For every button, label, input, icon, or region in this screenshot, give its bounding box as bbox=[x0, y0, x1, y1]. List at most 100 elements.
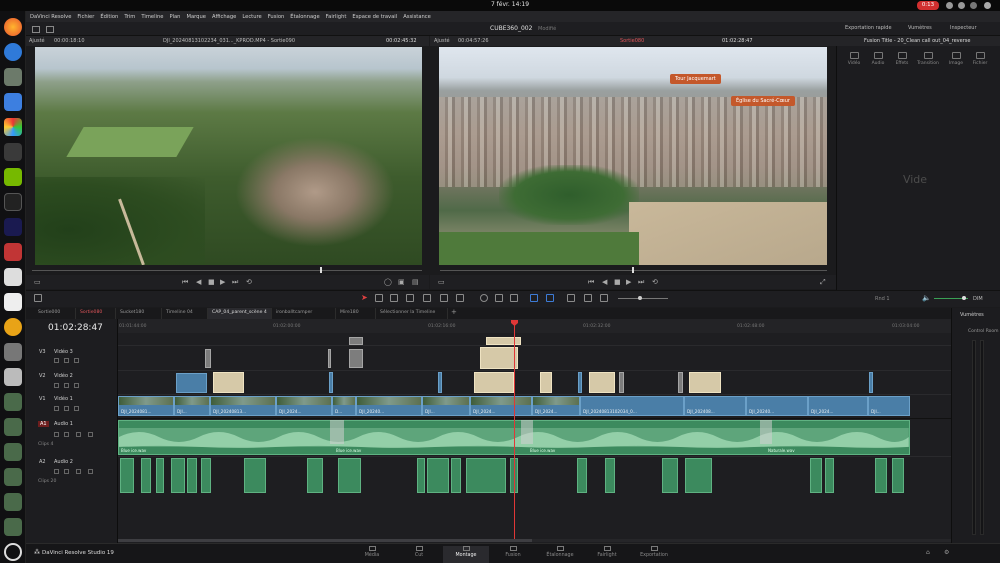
menu-item[interactable]: Plan bbox=[169, 14, 180, 20]
power-icon[interactable] bbox=[984, 2, 991, 9]
source-clip-name[interactable]: DJI_20240813102234_031..._KPROD.MP4 - So… bbox=[163, 38, 295, 44]
audio-clip-a2[interactable] bbox=[875, 458, 887, 493]
audio-clip-a2[interactable] bbox=[171, 458, 185, 493]
track-lock-icon[interactable] bbox=[54, 469, 59, 474]
clip-v1[interactable]: D... bbox=[332, 396, 356, 416]
zoom-detail-icon[interactable] bbox=[584, 294, 592, 302]
inspector-tab-transition[interactable]: Transition bbox=[916, 52, 940, 66]
track-name-v2[interactable]: Vidéo 2 bbox=[54, 373, 73, 379]
tab-timeline-2[interactable]: Sucket180 bbox=[116, 308, 162, 319]
timeline-timecode[interactable]: 01:02:28:47 bbox=[48, 323, 103, 333]
clip-v1[interactable]: DJI_20240... bbox=[746, 396, 808, 416]
davinci-resolve-icon[interactable] bbox=[4, 118, 22, 136]
clip-v1[interactable]: DJI_20240... bbox=[356, 396, 422, 416]
audio-clip-a2[interactable] bbox=[892, 458, 904, 493]
program-video-frame[interactable] bbox=[439, 47, 827, 265]
track-lock-icon[interactable] bbox=[54, 432, 59, 437]
inspector-tab-image[interactable]: Image bbox=[944, 52, 968, 66]
prev-clip-icon[interactable]: ⏮ bbox=[588, 278, 594, 287]
audio-transition[interactable] bbox=[521, 420, 533, 444]
mark-icon[interactable]: ◯ bbox=[384, 278, 392, 286]
clip-v1[interactable]: DJI_2024... bbox=[532, 396, 580, 416]
source-scrubber-handle[interactable] bbox=[320, 267, 322, 273]
audio-clip-a2[interactable] bbox=[338, 458, 361, 493]
playhead[interactable] bbox=[514, 320, 515, 542]
timeline-name[interactable]: Sortie080 bbox=[620, 38, 644, 44]
title-clip-v2[interactable] bbox=[689, 372, 721, 393]
tab-timeline-0[interactable]: Sortie000 bbox=[34, 308, 76, 319]
zoom-slider-handle[interactable] bbox=[638, 296, 642, 300]
menu-item[interactable]: Lecture bbox=[242, 14, 261, 20]
track-record-icon[interactable] bbox=[88, 432, 93, 437]
tab-timeline-1[interactable]: Sortie080 bbox=[76, 308, 116, 319]
timeline-scrollbar-thumb[interactable] bbox=[118, 539, 532, 542]
source-scrubber[interactable] bbox=[32, 270, 422, 271]
audio-clip-a2[interactable] bbox=[156, 458, 164, 493]
clip-v2[interactable] bbox=[678, 372, 683, 393]
audio-clip-a2[interactable] bbox=[466, 458, 506, 493]
title-clip-v2[interactable] bbox=[474, 372, 514, 393]
clip-v3[interactable] bbox=[349, 349, 363, 368]
clip-v1[interactable]: DJI_202408... bbox=[684, 396, 746, 416]
zap-app-icon[interactable] bbox=[4, 268, 22, 286]
track-lock-icon[interactable] bbox=[54, 406, 59, 411]
menu-item[interactable]: Édition bbox=[100, 14, 118, 20]
next-clip-icon[interactable]: ⏭ bbox=[232, 278, 238, 287]
track-name-a1[interactable]: Audio 1 bbox=[54, 421, 73, 427]
track-lock-icon[interactable] bbox=[54, 358, 59, 363]
dim-button[interactable]: DIM bbox=[973, 296, 983, 302]
tab-timeline-4[interactable]: CAP_04_parent_scène 4 bbox=[208, 308, 272, 319]
clip-v3[interactable] bbox=[205, 349, 211, 368]
thunderbird-icon[interactable] bbox=[4, 43, 22, 61]
trim-tool-icon[interactable] bbox=[375, 294, 383, 302]
overwrite-clip-icon[interactable] bbox=[440, 294, 448, 302]
track-name-v1[interactable]: Vidéo 1 bbox=[54, 396, 73, 402]
track-enable-icon[interactable] bbox=[74, 358, 79, 363]
menu-item[interactable]: Étalonnage bbox=[290, 14, 319, 20]
document-icon[interactable] bbox=[4, 93, 22, 111]
clip-v1[interactable]: DJI_2024... bbox=[808, 396, 868, 416]
clip-v3[interactable] bbox=[349, 337, 363, 345]
lock-icon[interactable] bbox=[510, 294, 518, 302]
folder-icon[interactable] bbox=[4, 393, 22, 411]
play-icon[interactable]: ▶ bbox=[626, 278, 631, 286]
track-lock-icon[interactable] bbox=[54, 383, 59, 388]
page-color[interactable]: Étalonnage bbox=[537, 546, 583, 558]
track-mute-icon[interactable] bbox=[76, 469, 81, 474]
stop-icon[interactable]: ■ bbox=[208, 278, 215, 286]
menu-item[interactable]: Trim bbox=[124, 14, 135, 20]
firefox-icon[interactable] bbox=[4, 18, 22, 36]
audio-clip-a2[interactable] bbox=[307, 458, 323, 493]
layout-icon[interactable] bbox=[34, 294, 42, 302]
terminal-icon[interactable] bbox=[4, 193, 22, 211]
audio-clip-a2[interactable] bbox=[417, 458, 425, 493]
track-name-v3[interactable]: Vidéo 3 bbox=[54, 349, 73, 355]
loop-icon[interactable]: ⟲ bbox=[246, 278, 252, 286]
source-zoom[interactable]: Ajusté bbox=[29, 38, 45, 44]
track-zoom-label[interactable]: Rnd 1 bbox=[875, 296, 890, 302]
tab-timeline-5[interactable]: ironballtcamper bbox=[272, 308, 336, 319]
track-mute-icon[interactable] bbox=[76, 432, 81, 437]
audio-transition[interactable] bbox=[330, 420, 344, 444]
audio-clip-a2[interactable] bbox=[120, 458, 134, 493]
zoom-custom-icon[interactable] bbox=[600, 294, 608, 302]
title-clip-v2[interactable] bbox=[589, 372, 615, 393]
menu-item[interactable]: Fusion bbox=[268, 14, 285, 20]
inspector-tab-effects[interactable]: Effets bbox=[890, 52, 914, 66]
audio-app-icon[interactable] bbox=[4, 218, 22, 236]
overwrite-icon[interactable]: ▣ bbox=[398, 278, 405, 286]
clip-v2[interactable] bbox=[176, 373, 207, 393]
track-enable-icon[interactable] bbox=[74, 406, 79, 411]
title-clip-v3[interactable] bbox=[486, 337, 521, 345]
seo-app-icon[interactable] bbox=[4, 243, 22, 261]
inspector-tab-video[interactable]: Vidéo bbox=[842, 52, 866, 66]
source-video-frame[interactable] bbox=[35, 47, 422, 265]
view-options-icon[interactable]: ▭ bbox=[438, 278, 445, 286]
marker-icon[interactable] bbox=[546, 294, 554, 302]
snapping-icon[interactable] bbox=[480, 294, 488, 302]
menu-item[interactable]: DaVinci Resolve bbox=[30, 14, 71, 20]
audio-clip-a2[interactable] bbox=[825, 458, 834, 493]
menu-item[interactable]: Timeline bbox=[141, 14, 163, 20]
prev-clip-icon[interactable]: ⏮ bbox=[182, 278, 188, 287]
selection-tool-icon[interactable]: ➤ bbox=[361, 293, 368, 302]
